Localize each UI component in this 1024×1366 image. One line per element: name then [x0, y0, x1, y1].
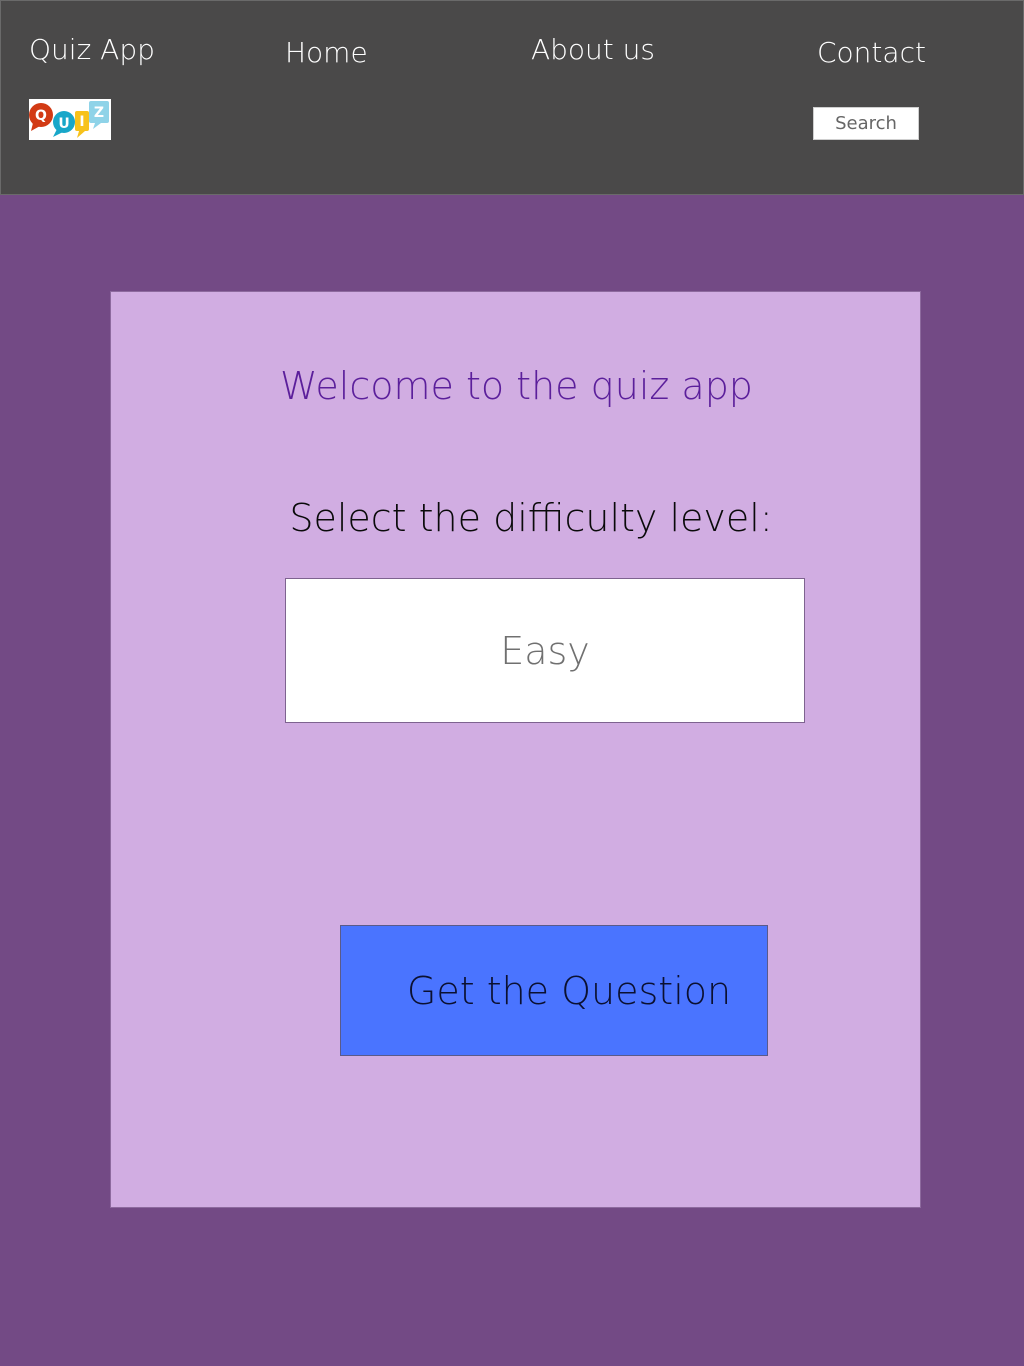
nav-contact-link[interactable]: Contact [817, 36, 926, 69]
nav-about-link[interactable]: About us [531, 33, 655, 66]
svg-text:U: U [58, 116, 69, 132]
top-header: Quiz App Q U I Z Home About us Contact [0, 0, 1024, 195]
difficulty-selected-value: Easy [500, 628, 590, 673]
nav-home-link[interactable]: Home [285, 36, 368, 69]
search-input[interactable] [813, 107, 919, 140]
app-title: Quiz App [29, 33, 155, 66]
difficulty-label: Select the difficulty level: [289, 496, 773, 540]
svg-text:Q: Q [35, 108, 47, 124]
difficulty-select[interactable]: Easy [285, 578, 805, 723]
quiz-card: Welcome to the quiz app Select the diffi… [110, 291, 921, 1208]
svg-text:I: I [79, 114, 84, 130]
quiz-logo: Q U I Z [29, 99, 111, 140]
welcome-heading: Welcome to the quiz app [280, 364, 753, 408]
svg-text:Z: Z [94, 105, 104, 121]
get-question-button[interactable]: Get the Question [340, 925, 768, 1056]
